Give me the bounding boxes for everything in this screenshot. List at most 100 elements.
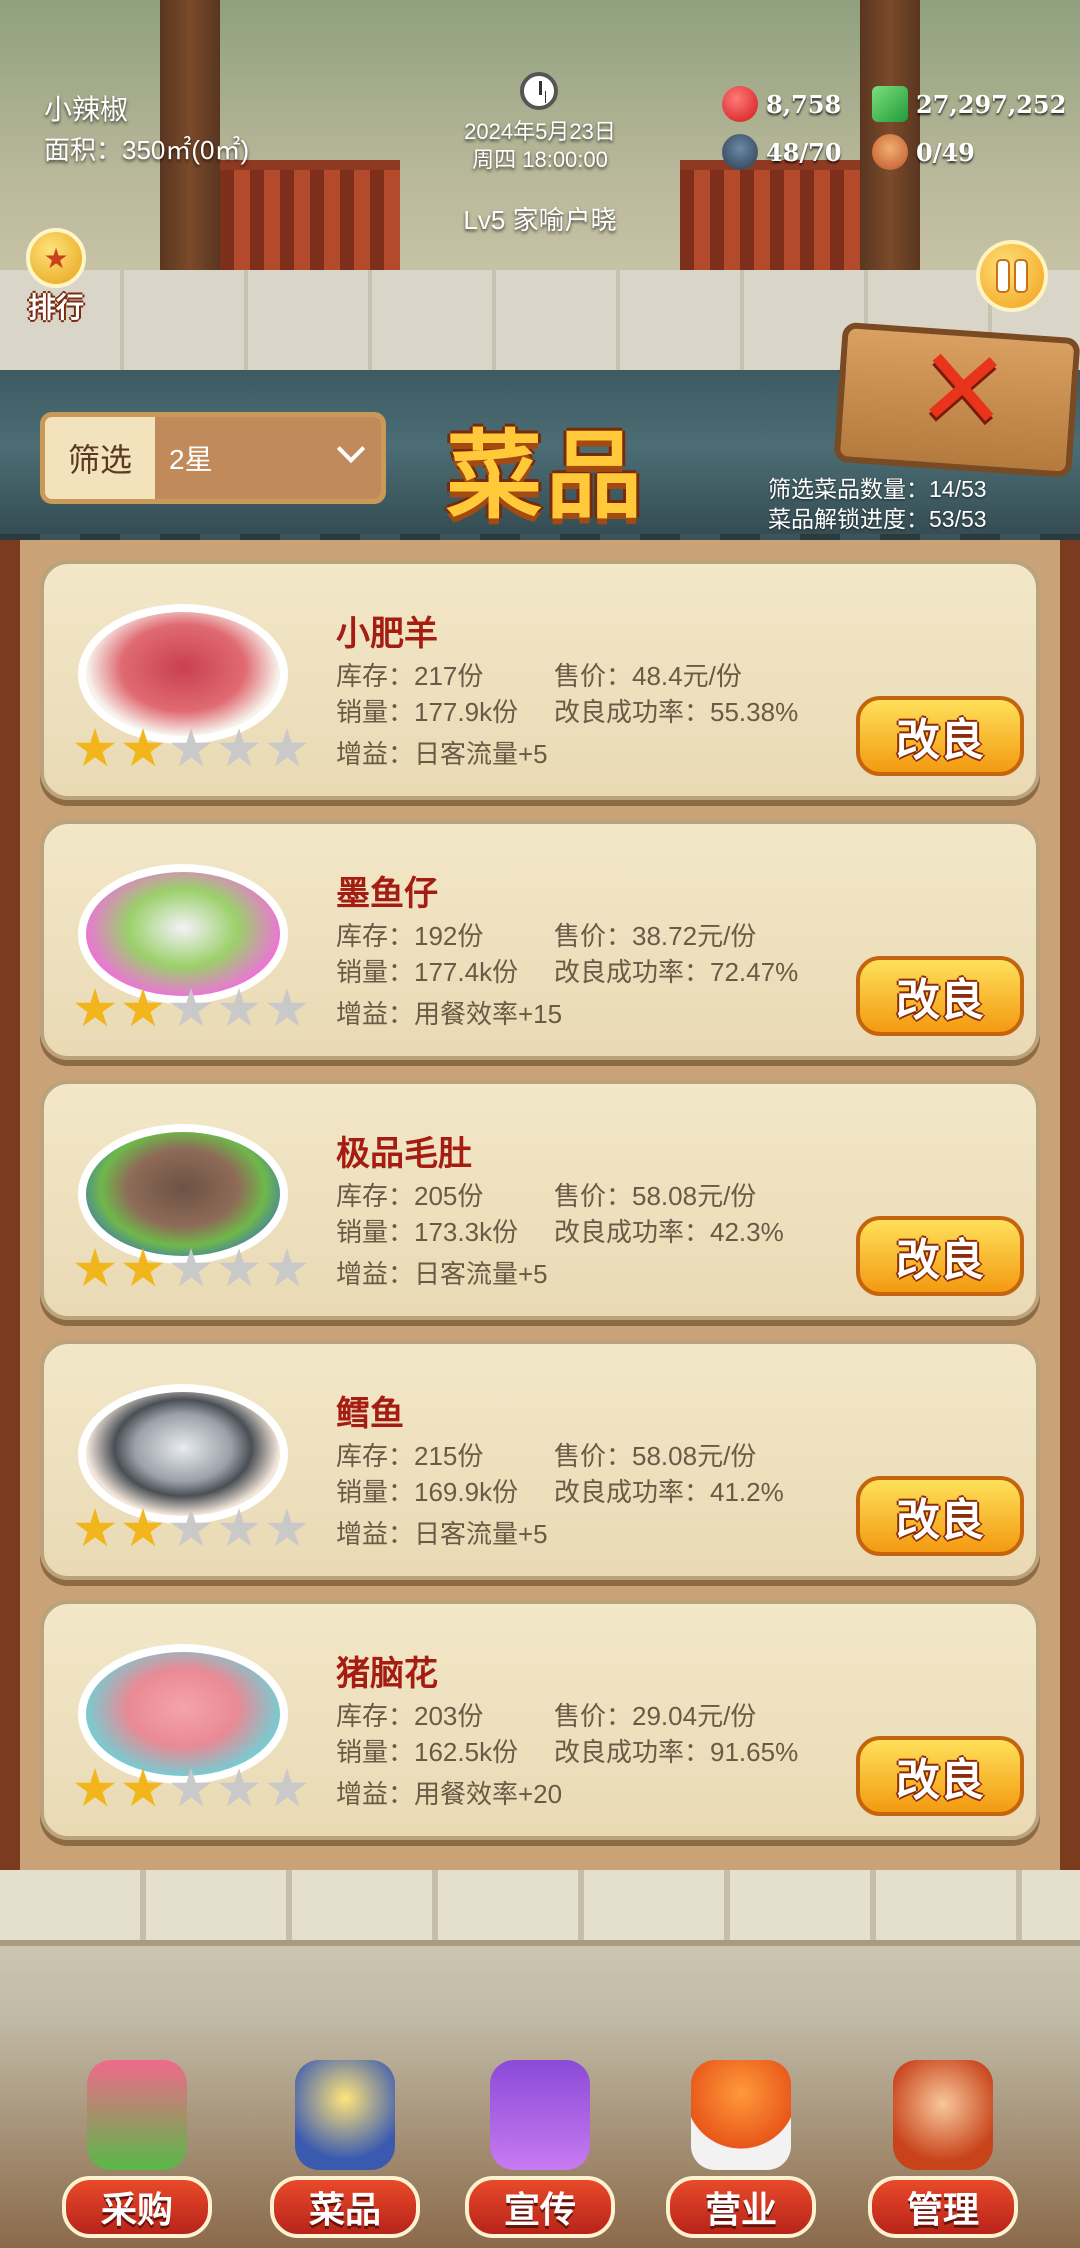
dish-sales: 销量：169.9k份 [336,1477,519,1507]
star-icon [218,1768,260,1807]
star-icon [170,1508,212,1547]
clapperboard-icon [490,2060,590,2170]
star-icon [218,1508,260,1547]
improve-button[interactable]: 改良 [856,956,1024,1036]
close-button[interactable]: ✕ [833,321,1080,479]
shop-level: Lv5 家喻户晓 [463,205,617,235]
game-weekday-time: 周四 18:00:00 [472,147,608,172]
star-rating [74,728,308,770]
star-icon [122,988,164,1027]
alarm-clock-icon [520,72,558,110]
star-rating [74,988,308,1030]
star-icon [74,728,116,767]
filter-dropdown[interactable]: 筛选 2星 [40,412,386,504]
pause-button[interactable] [976,240,1048,312]
star-icon [266,1768,308,1807]
dish-image-lamb [78,604,288,744]
dish-stock: 库存：205份 [336,1181,484,1211]
improve-rate: 改良成功率：42.3% [554,1217,784,1247]
star-icon [170,1248,212,1287]
dish-card: 猪脑花 库存：203份 售价：29.04元/份 销量：162.5k份 改良成功率… [40,1600,1040,1840]
improve-rate: 改良成功率：72.47% [554,957,799,987]
nav-dishes[interactable]: 菜品 [270,2050,420,2248]
cash-value: 27,297,252 [916,89,1067,119]
dish-stock: 库存：215份 [336,1441,484,1471]
unlock-progress: 菜品解锁进度：53/53 [768,506,987,532]
improve-button[interactable]: 改良 [856,1476,1024,1556]
dish-image-squid [78,864,288,1004]
star-icon [122,1508,164,1547]
staff-manage-icon [893,2060,993,2170]
ranking-label: 排行 [27,292,84,323]
star-icon [170,728,212,767]
dish-name: 小肥羊 [336,615,438,653]
guest-counter: 0/49 [872,134,975,170]
ranking-button[interactable]: ★ 排行 [14,228,98,328]
nav-promote[interactable]: 宣传 [465,2050,615,2248]
heart-icon [722,86,758,122]
star-icon [266,1248,308,1287]
filtered-count: 筛选菜品数量：14/53 [768,476,987,502]
pause-icon [998,261,1008,291]
dish-card: 极品毛肚 库存：205份 售价：58.08元/份 销量：173.3k份 改良成功… [40,1080,1040,1320]
dish-sales: 销量：177.4k份 [336,957,519,987]
hearts-counter: 8,758 [722,86,841,122]
dish-bonus: 增益：日客流量+5 [336,739,548,769]
dish-stats: 筛选菜品数量：14/53 菜品解锁进度：53/53 [768,474,987,534]
dish-bowl-icon [295,2060,395,2170]
game-datetime: 2024年5月23日 周四 18:00:00 [430,118,650,174]
filter-label: 筛选 [67,442,132,478]
star-icon [218,988,260,1027]
dish-name: 极品毛肚 [336,1135,472,1173]
dish-image-brain [78,1644,288,1784]
star-rating [74,1248,308,1290]
star-icon [122,728,164,767]
dish-bonus: 增益：用餐效率+20 [336,1779,563,1809]
nav-label: 管理 [868,2176,1018,2238]
nav-manage[interactable]: 管理 [868,2050,1018,2248]
star-icon [218,728,260,767]
dish-sales: 销量：162.5k份 [336,1737,519,1767]
staff-icon [722,134,758,170]
game-date: 2024年5月23日 [464,119,616,144]
star-icon [122,1768,164,1807]
star-icon [74,1508,116,1547]
improve-button[interactable]: 改良 [856,696,1024,776]
dish-sales: 销量：177.9k份 [336,697,519,727]
improve-button[interactable]: 改良 [856,1216,1024,1296]
shop-area: 面积：350㎡(0㎡) [44,135,250,165]
nav-business[interactable]: 营业 [666,2050,816,2248]
dish-image-tripe [78,1124,288,1264]
nav-purchase[interactable]: 采购 [62,2050,212,2248]
dish-price: 售价：38.72元/份 [554,921,757,951]
nav-label: 菜品 [270,2176,420,2238]
dish-price: 售价：58.08元/份 [554,1441,757,1471]
improve-rate: 改良成功率：55.38% [554,697,799,727]
star-rating [74,1508,308,1550]
shop-name: 小辣椒 [44,94,129,125]
dish-card: 墨鱼仔 库存：192份 售价：38.72元/份 销量：177.4k份 改良成功率… [40,820,1040,1060]
dish-image-cod [78,1384,288,1524]
star-icon [266,728,308,767]
improve-button[interactable]: 改良 [856,1736,1024,1816]
star-icon [170,988,212,1027]
panel-title: 菜品 [446,423,646,530]
star-medal-icon: ★ [26,228,86,288]
dish-price: 售价：48.4元/份 [554,661,742,691]
waiter-cloche-icon [691,2060,791,2170]
close-icon: ✕ [912,325,1014,455]
dish-stock: 库存：192份 [336,921,484,951]
star-icon [170,1768,212,1807]
star-rating [74,1768,308,1810]
dish-card: 鳕鱼 库存：215份 售价：58.08元/份 销量：169.9k份 改良成功率：… [40,1340,1040,1580]
star-icon [122,1248,164,1287]
dish-bonus: 增益：日客流量+5 [336,1519,548,1549]
cash-counter: 27,297,252 [872,86,1066,122]
dish-price: 售价：29.04元/份 [554,1701,757,1731]
star-icon [74,1768,116,1807]
dish-bonus: 增益：日客流量+5 [336,1259,548,1289]
dish-name: 墨鱼仔 [336,875,438,913]
nav-label: 宣传 [465,2176,615,2238]
staff-counter: 48/70 [722,134,842,170]
guest-value: 0/49 [916,137,975,167]
